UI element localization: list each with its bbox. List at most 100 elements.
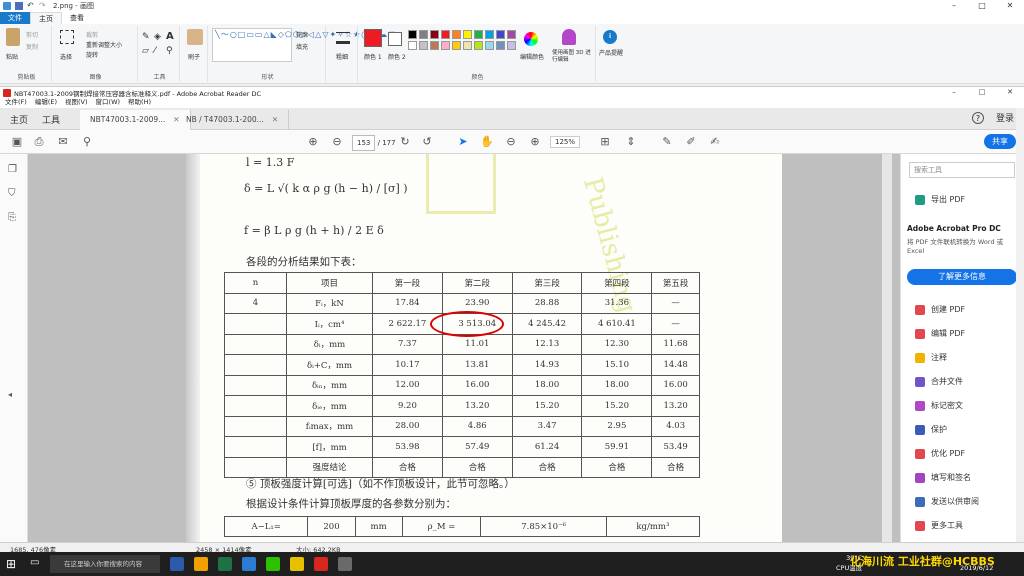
nav-home-tab[interactable]: 主页 (10, 113, 28, 126)
tool-item[interactable]: 合并文件 (915, 376, 963, 387)
tab-view[interactable]: 查看 (62, 12, 92, 24)
tool-item[interactable]: 保护 (915, 424, 947, 435)
close-button[interactable]: ✕ (996, 0, 1024, 12)
undo-icon[interactable]: ↶ (27, 2, 35, 10)
zoom-dropdown[interactable]: 125% (550, 136, 581, 148)
tool-item[interactable]: 更多工具 (915, 520, 963, 531)
taskbar-app-icon[interactable] (218, 557, 232, 571)
attachments-icon[interactable]: ⎘ (8, 212, 16, 223)
page-number-input[interactable]: 153 (352, 135, 376, 151)
resize-button[interactable]: 重新调整大小 (86, 40, 122, 49)
color2-button[interactable]: 颜色 2 (388, 52, 406, 61)
palette-swatch[interactable] (485, 30, 494, 39)
taskbar-app-icon[interactable] (290, 557, 304, 571)
size-icon[interactable] (336, 32, 350, 44)
menu-window[interactable]: 窗口(W) (91, 97, 124, 108)
rotate-cw-icon[interactable]: ↻ (398, 135, 412, 149)
rotate-button[interactable]: 旋转 (86, 50, 98, 59)
tab-home[interactable]: 主页 (30, 11, 62, 25)
palette-swatch[interactable] (496, 30, 505, 39)
windows-start-icon[interactable]: ⊞ (6, 557, 16, 571)
save-icon[interactable]: ▣ (10, 135, 24, 149)
maximize-button[interactable]: □ (968, 0, 996, 12)
palette-swatch[interactable] (441, 30, 450, 39)
taskbar-app-icon[interactable] (338, 557, 352, 571)
menu-view[interactable]: 视图(V) (60, 97, 91, 108)
menu-help[interactable]: 帮助(H) (123, 97, 154, 108)
select-icon[interactable] (60, 30, 74, 44)
cut-button[interactable]: 剪切 (26, 30, 38, 39)
document-tab-1[interactable]: NBT47003.1-2009... ✕ (80, 110, 191, 130)
nav-tools-tab[interactable]: 工具 (42, 113, 60, 126)
palette-swatch[interactable] (408, 30, 417, 39)
palette-swatch[interactable] (485, 41, 494, 50)
fill-dropdown[interactable]: 填充 (296, 42, 308, 51)
select-cursor-icon[interactable]: ➤ (456, 135, 470, 149)
menu-file[interactable]: 文件(F) (0, 97, 30, 108)
brush-button[interactable]: 刷子 (188, 52, 200, 61)
tools-pane-scrollbar[interactable] (1016, 108, 1024, 542)
magnifier-icon[interactable]: ⚲ (166, 46, 173, 56)
save-icon[interactable] (15, 2, 23, 10)
paint3d-button[interactable]: 使用画图 3D 进行编辑 (552, 50, 592, 64)
sign-in-link[interactable]: 登录 (996, 111, 1014, 124)
outline-dropdown[interactable]: 轮廓 (296, 30, 308, 39)
document-viewport[interactable]: Publishing l = 1.3 F δ = L √( k α ρ g (h… (28, 154, 900, 542)
tool-item[interactable]: 编辑 PDF (915, 328, 965, 339)
info-icon[interactable]: i (603, 30, 617, 44)
paste-icon[interactable] (6, 28, 20, 46)
palette-swatch[interactable] (474, 41, 483, 50)
taskbar-app-icon[interactable] (314, 557, 328, 571)
fill-bucket-icon[interactable]: ◈ (154, 32, 161, 42)
sign-icon[interactable]: ✍ (708, 135, 722, 149)
bookmarks-icon[interactable]: ⛉ (8, 188, 16, 199)
search-tools-input[interactable]: 搜索工具 (909, 162, 1015, 178)
brush-icon[interactable] (187, 29, 203, 45)
palette-swatch[interactable] (463, 30, 472, 39)
paste-button[interactable]: 粘贴 (6, 52, 18, 61)
palette-swatch[interactable] (452, 41, 461, 50)
tool-item[interactable]: 发送以供审阅 (915, 496, 979, 507)
product-alert-button[interactable]: 产品提醒 (598, 50, 624, 57)
color-picker-icon[interactable]: ⁄ (154, 46, 156, 56)
page-thumbnails-icon[interactable]: ❐ (8, 164, 17, 175)
tab-file[interactable]: 文件 (0, 12, 30, 24)
text-tool-icon[interactable]: A (166, 31, 174, 42)
color1-swatch[interactable] (364, 29, 382, 47)
eraser-icon[interactable]: ▱ (142, 46, 149, 56)
next-page-icon[interactable]: ⊖ (330, 135, 344, 149)
palette-swatch[interactable] (452, 30, 461, 39)
palette-swatch[interactable] (419, 30, 428, 39)
scroll-mode-icon[interactable]: ⇕ (624, 135, 638, 149)
palette-swatch[interactable] (441, 41, 450, 50)
select-button[interactable]: 选择 (60, 52, 72, 61)
tool-item[interactable]: 优化 PDF (915, 448, 965, 459)
share-button[interactable]: 共享 (984, 134, 1016, 149)
minimize-button[interactable]: – (940, 0, 968, 12)
page-fit-icon[interactable]: ⊞ (598, 135, 612, 149)
taskbar-app-icon[interactable] (170, 557, 184, 571)
color2-swatch[interactable] (388, 32, 402, 46)
highlight-icon[interactable]: ✐ (684, 135, 698, 149)
task-view-icon[interactable]: ▭ (30, 557, 39, 568)
help-icon[interactable]: ? (972, 112, 984, 124)
learn-more-button[interactable]: 了解更多信息 (907, 269, 1017, 285)
pencil-icon[interactable]: ✎ (142, 32, 150, 42)
hand-tool-icon[interactable]: ✋ (480, 135, 494, 149)
collapse-left-icon[interactable]: ◂ (8, 390, 12, 399)
zoom-in-icon[interactable]: ⊕ (528, 135, 542, 149)
print-icon[interactable]: ⎙ (32, 135, 46, 149)
color1-button[interactable]: 颜色 1 (364, 52, 382, 61)
tool-item[interactable]: 创建 PDF (915, 304, 965, 315)
search-icon[interactable]: ⚲ (80, 135, 94, 149)
taskbar-app-icon[interactable] (266, 557, 280, 571)
palette-swatch[interactable] (496, 41, 505, 50)
palette-swatch[interactable] (507, 41, 516, 50)
taskbar-app-icon[interactable] (194, 557, 208, 571)
shapes-gallery[interactable]: ╲〜○□▭▭△◣◇⬠⬡▷◁△▽✦✧☆★◯◔☁♡ (212, 28, 395, 62)
email-icon[interactable]: ✉ (56, 135, 70, 149)
palette-swatch[interactable] (408, 41, 417, 50)
palette-swatch[interactable] (419, 41, 428, 50)
palette-swatch[interactable] (474, 30, 483, 39)
prev-page-icon[interactable]: ⊕ (306, 135, 320, 149)
